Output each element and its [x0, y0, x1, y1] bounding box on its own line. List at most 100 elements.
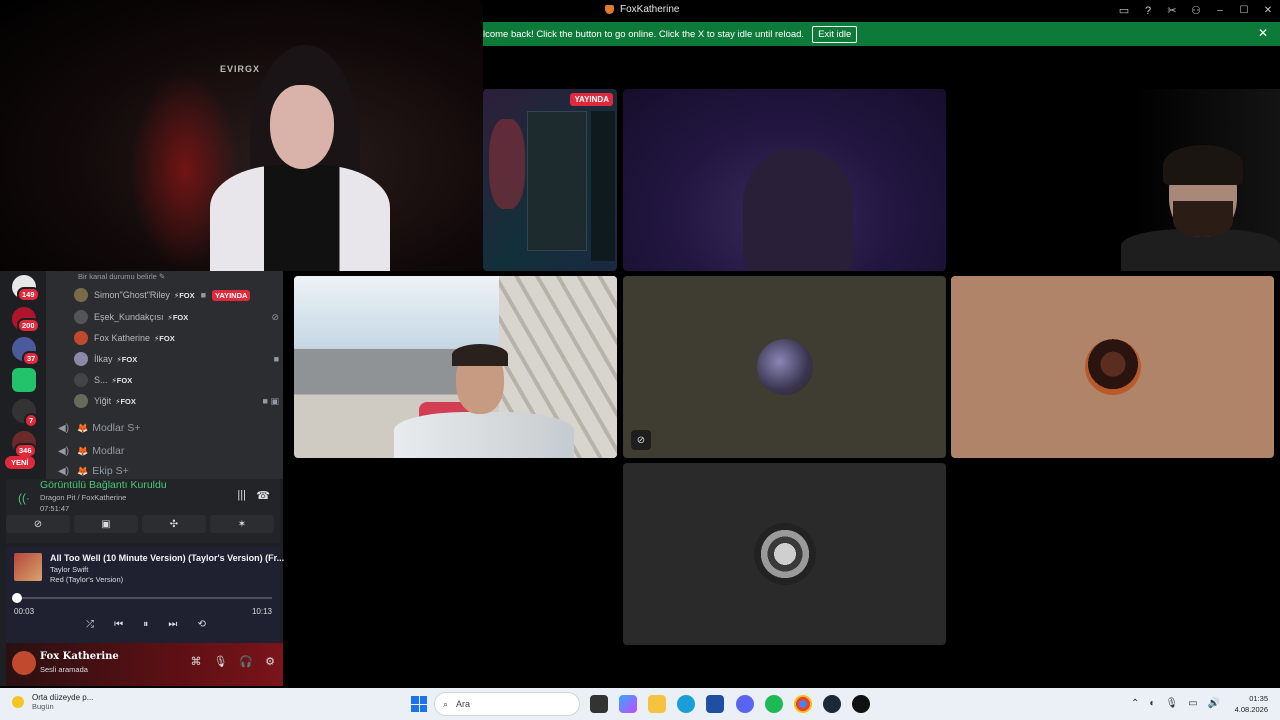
- pause-icon[interactable]: ⏸: [143, 619, 148, 630]
- task-view-icon[interactable]: [590, 695, 608, 713]
- track-artist: Taylor Swift: [50, 565, 89, 574]
- discord-icon[interactable]: [736, 695, 754, 713]
- profile-icon[interactable]: ⚇: [1184, 0, 1208, 21]
- taskbar: Orta düzeyde p... Bugün ⌕ Ara ⌃ ◐ 🎙 ▭ 🔊: [0, 688, 1280, 720]
- track-title: All Too Well (10 Minute Version) (Taylor…: [50, 553, 285, 563]
- microphone-icon[interactable]: 🎙: [213, 655, 227, 668]
- camera-off-button[interactable]: ⊘: [6, 515, 70, 533]
- volume-icon[interactable]: 🔊: [1208, 698, 1220, 709]
- title-bar: FoxKatherine ▭ ? ✂ ⚇ – ☐ ✕: [483, 0, 1280, 21]
- live-badge: YAYINDA: [212, 289, 251, 301]
- soundboard-button[interactable]: ✶: [210, 515, 274, 533]
- minimize-button[interactable]: –: [1208, 0, 1232, 21]
- steam-icon[interactable]: [823, 695, 841, 713]
- camera-tile-dark[interactable]: [623, 89, 946, 271]
- chevron-up-icon[interactable]: ⌃: [1131, 698, 1139, 709]
- next-icon[interactable]: ⏭: [168, 619, 177, 630]
- server-icon[interactable]: [12, 368, 36, 392]
- connection-status[interactable]: Görüntülü Bağlantı Kuruldu: [40, 479, 167, 491]
- banner-message: lcome back! Click the button to go onlin…: [483, 28, 805, 40]
- search-box[interactable]: ⌕ Ara: [434, 692, 580, 716]
- call-timer: 07:51:47: [40, 504, 70, 513]
- screen-share-button[interactable]: ▣: [74, 515, 138, 533]
- server-badge: 200: [17, 318, 40, 333]
- start-button[interactable]: [411, 696, 427, 712]
- user-name[interactable]: Fox Katherine: [40, 651, 119, 662]
- camera-tile-right[interactable]: [951, 89, 1280, 271]
- shuffle-icon[interactable]: ⤮: [86, 619, 94, 630]
- avatar-tile-olive[interactable]: ⊘: [623, 276, 946, 458]
- avatar[interactable]: [12, 651, 36, 675]
- disconnect-icon[interactable]: ☎: [256, 489, 270, 502]
- streamer-figure: [200, 45, 390, 271]
- repeat-icon[interactable]: ⟲: [198, 619, 206, 630]
- progress-knob[interactable]: [12, 593, 22, 603]
- channel-status-hint[interactable]: Bir kanal durumu belirle ✎: [78, 272, 165, 281]
- weather-widget[interactable]: Orta düzeyde p... Bugün: [12, 693, 93, 711]
- fox-emoji-icon: 🦊: [77, 465, 89, 476]
- speaker-icon: ◀): [58, 422, 70, 434]
- mute-icon: ⊘: [271, 311, 279, 322]
- avatar: [74, 331, 88, 345]
- maximize-button[interactable]: ☐: [1232, 0, 1256, 21]
- activities-button[interactable]: ✣: [142, 515, 206, 533]
- member-row[interactable]: Eşek_Kundakçısı ⚡FOX ⊘: [74, 308, 279, 326]
- speaker-icon: ◀): [58, 445, 70, 457]
- track-album: Red (Taylor's Version): [50, 575, 124, 584]
- voice-channel[interactable]: ◀) 🦊 Modlar: [58, 442, 124, 460]
- gear-icon[interactable]: ⚙: [265, 655, 275, 668]
- fox-emoji-icon: 🦊: [77, 445, 89, 456]
- sun-icon: [12, 696, 24, 708]
- avatar: [74, 310, 88, 324]
- chrome-icon[interactable]: [794, 695, 812, 713]
- tools-icon[interactable]: ✂: [1160, 0, 1184, 21]
- banner-close-icon[interactable]: ✕: [1258, 26, 1268, 40]
- close-button[interactable]: ✕: [1256, 0, 1280, 21]
- microphone-icon[interactable]: 🎙: [1165, 698, 1178, 709]
- window-title: FoxKatherine: [605, 4, 679, 15]
- file-explorer-icon[interactable]: [648, 695, 666, 713]
- member-row[interactable]: Fox Katherine ⚡FOX: [74, 329, 279, 347]
- help-icon[interactable]: ?: [1136, 0, 1160, 21]
- signal-icon: ((·: [18, 491, 30, 505]
- clock[interactable]: 01:35 4.08.2026: [1235, 693, 1268, 715]
- screen-share-tile[interactable]: YAYINDA: [483, 89, 617, 271]
- gamepad-icon[interactable]: ⌘: [190, 655, 201, 668]
- member-row[interactable]: Yiğit ⚡FOX ■ ▣: [74, 392, 279, 410]
- spotify-icon[interactable]: [765, 695, 783, 713]
- user-status: Sesli aramada: [40, 665, 88, 674]
- noise-suppression-icon[interactable]: |||: [237, 489, 246, 501]
- system-tray: ⌃ ◐ 🎙 ▭ 🔊: [1131, 698, 1220, 709]
- new-badge[interactable]: YENİ: [5, 456, 35, 469]
- edge-icon[interactable]: [677, 695, 695, 713]
- member-row[interactable]: İlkay ⚡FOX ■: [74, 350, 279, 368]
- voice-channel[interactable]: ◀) 🦊 Ekip S+: [58, 465, 129, 477]
- idle-banner: lcome back! Click the button to go onlin…: [483, 22, 1280, 46]
- voice-channel[interactable]: ◀) 🦊 Modlar S+: [58, 419, 140, 437]
- progress-bar[interactable]: [16, 597, 272, 599]
- previous-icon[interactable]: ⏮: [114, 619, 123, 630]
- avatar: [74, 288, 88, 302]
- avatar-tile-gray[interactable]: [623, 463, 946, 645]
- muted-icon: ⊘: [631, 430, 651, 450]
- inbox-icon[interactable]: ▭: [1112, 0, 1136, 21]
- discord-sidebar: 149 200 37 7 346 YENİ Bir kanal durumu b…: [0, 271, 285, 686]
- copilot-icon[interactable]: [619, 695, 637, 713]
- video-icon: ■: [273, 354, 279, 364]
- antivirus-icon[interactable]: ◐: [1149, 698, 1155, 709]
- store-icon[interactable]: [706, 695, 724, 713]
- main-camera-feed[interactable]: EVIRGX: [0, 0, 483, 271]
- member-row[interactable]: S... ⚡FOX: [74, 371, 279, 389]
- headphones-icon[interactable]: 🎧: [239, 655, 253, 668]
- exit-idle-button[interactable]: Exit idle: [812, 25, 858, 43]
- network-icon[interactable]: ▭: [1188, 698, 1197, 709]
- avatar: [74, 394, 88, 408]
- app-icon[interactable]: [852, 695, 870, 713]
- member-row[interactable]: Simon"Ghost"Riley ⚡FOX ■ YAYINDA: [74, 286, 279, 304]
- voice-location[interactable]: Dragon Pit / FoxKatherine: [40, 493, 126, 502]
- avatar-tile-tan[interactable]: [951, 276, 1274, 458]
- speaker-icon: ◀): [58, 465, 70, 477]
- search-icon: ⌕: [443, 698, 449, 709]
- camera-tile-headset[interactable]: [294, 276, 617, 458]
- video-icon: ■ ▣: [262, 395, 279, 406]
